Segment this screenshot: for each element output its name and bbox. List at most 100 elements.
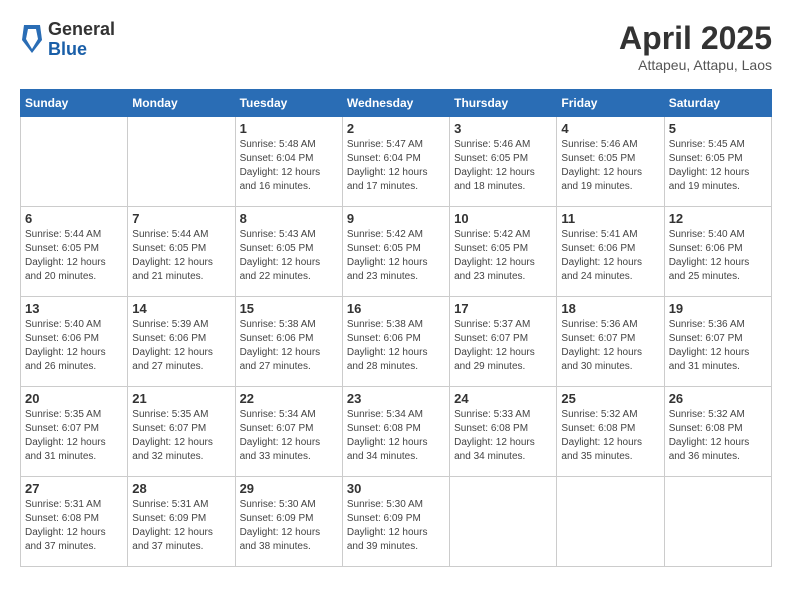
day-number: 29 [240,481,338,496]
day-number: 2 [347,121,445,136]
logo-blue: Blue [48,40,115,60]
table-row: 7Sunrise: 5:44 AM Sunset: 6:05 PM Daylig… [128,207,235,297]
table-row: 17Sunrise: 5:37 AM Sunset: 6:07 PM Dayli… [450,297,557,387]
page-header: General Blue April 2025 Attapeu, Attapu,… [20,20,772,73]
day-info: Sunrise: 5:37 AM Sunset: 6:07 PM Dayligh… [454,318,552,374]
table-row: 29 Sunrise: 5:30 AM Sunset: 6:09 PM Dayli… [235,477,342,567]
day-info: Sunrise: 5:33 AM Sunset: 6:08 PM Dayligh… [454,408,552,464]
day-number: 26 [669,391,767,406]
day-info: Sunrise: 5:31 AM Sunset: 6:09 PM Dayligh… [132,498,230,554]
day-number: 14 [132,301,230,316]
day-number: 3 [454,121,552,136]
day-number: 6 [25,211,123,226]
day-number: 9 [347,211,445,226]
day-info: Sunrise: 5:40 AM Sunset: 6:06 PM Dayligh… [25,318,123,374]
day-info: Sunrise: 5:42 AM Sunset: 6:05 PM Dayligh… [347,228,445,284]
day-info: Sunrise: 5:34 AM Sunset: 6:07 PM Dayligh… [240,408,338,464]
day-number: 18 [561,301,659,316]
table-row [21,117,128,207]
day-info: Sunrise: 5:35 AM Sunset: 6:07 PM Dayligh… [25,408,123,464]
calendar-week-row: 27Sunrise: 5:31 AM Sunset: 6:08 PM Dayli… [21,477,772,567]
table-row [557,477,664,567]
day-number: 28 [132,481,230,496]
table-row: 21Sunrise: 5:35 AM Sunset: 6:07 PM Dayli… [128,387,235,477]
day-number: 30 [347,481,445,496]
day-number: 8 [240,211,338,226]
location-subtitle: Attapeu, Attapu, Laos [619,57,772,73]
calendar-week-row: 6 Sunrise: 5:44 AM Sunset: 6:05 PM Daylig… [21,207,772,297]
table-row: 26 Sunrise: 5:32 AM Sunset: 6:08 PM Dayli… [664,387,771,477]
day-info: Sunrise: 5:47 AM Sunset: 6:04 PM Dayligh… [347,138,445,194]
calendar-header-row: Sunday Monday Tuesday Wednesday Thursday… [21,90,772,117]
day-number: 4 [561,121,659,136]
table-row [664,477,771,567]
table-row: 25Sunrise: 5:32 AM Sunset: 6:08 PM Dayli… [557,387,664,477]
day-info: Sunrise: 5:39 AM Sunset: 6:06 PM Dayligh… [132,318,230,374]
logo-icon [22,25,42,55]
table-row: 5 Sunrise: 5:45 AM Sunset: 6:05 PM Daylig… [664,117,771,207]
table-row: 20 Sunrise: 5:35 AM Sunset: 6:07 PM Dayli… [21,387,128,477]
day-info: Sunrise: 5:36 AM Sunset: 6:07 PM Dayligh… [561,318,659,374]
day-info: Sunrise: 5:34 AM Sunset: 6:08 PM Dayligh… [347,408,445,464]
table-row: 1Sunrise: 5:48 AM Sunset: 6:04 PM Daylig… [235,117,342,207]
day-number: 13 [25,301,123,316]
day-info: Sunrise: 5:31 AM Sunset: 6:08 PM Dayligh… [25,498,123,554]
logo-text: General Blue [48,20,115,60]
table-row: 6 Sunrise: 5:44 AM Sunset: 6:05 PM Daylig… [21,207,128,297]
table-row: 11 Sunrise: 5:41 AM Sunset: 6:06 PM Dayli… [557,207,664,297]
day-number: 10 [454,211,552,226]
day-number: 5 [669,121,767,136]
calendar-week-row: 20 Sunrise: 5:35 AM Sunset: 6:07 PM Dayli… [21,387,772,477]
table-row: 2 Sunrise: 5:47 AM Sunset: 6:04 PM Daylig… [342,117,449,207]
table-row: 24Sunrise: 5:33 AM Sunset: 6:08 PM Dayli… [450,387,557,477]
calendar-table: Sunday Monday Tuesday Wednesday Thursday… [20,89,772,567]
day-number: 21 [132,391,230,406]
table-row: 12 Sunrise: 5:40 AM Sunset: 6:06 PM Dayli… [664,207,771,297]
day-info: Sunrise: 5:46 AM Sunset: 6:05 PM Dayligh… [454,138,552,194]
table-row: 15 Sunrise: 5:38 AM Sunset: 6:06 PM Dayli… [235,297,342,387]
day-number: 16 [347,301,445,316]
table-row: 8 Sunrise: 5:43 AM Sunset: 6:05 PM Daylig… [235,207,342,297]
table-row: 10Sunrise: 5:42 AM Sunset: 6:05 PM Dayli… [450,207,557,297]
table-row [128,117,235,207]
day-info: Sunrise: 5:30 AM Sunset: 6:09 PM Dayligh… [240,498,338,554]
day-info: Sunrise: 5:40 AM Sunset: 6:06 PM Dayligh… [669,228,767,284]
table-row: 23 Sunrise: 5:34 AM Sunset: 6:08 PM Dayli… [342,387,449,477]
day-number: 22 [240,391,338,406]
day-number: 15 [240,301,338,316]
day-number: 20 [25,391,123,406]
header-tuesday: Tuesday [235,90,342,117]
table-row: 30Sunrise: 5:30 AM Sunset: 6:09 PM Dayli… [342,477,449,567]
table-row: 14 Sunrise: 5:39 AM Sunset: 6:06 PM Dayli… [128,297,235,387]
day-info: Sunrise: 5:43 AM Sunset: 6:05 PM Dayligh… [240,228,338,284]
day-info: Sunrise: 5:44 AM Sunset: 6:05 PM Dayligh… [25,228,123,284]
header-saturday: Saturday [664,90,771,117]
day-info: Sunrise: 5:41 AM Sunset: 6:06 PM Dayligh… [561,228,659,284]
day-number: 23 [347,391,445,406]
month-title: April 2025 [619,20,772,57]
day-number: 7 [132,211,230,226]
day-number: 11 [561,211,659,226]
logo-general: General [48,20,115,40]
day-info: Sunrise: 5:32 AM Sunset: 6:08 PM Dayligh… [669,408,767,464]
table-row: 13 Sunrise: 5:40 AM Sunset: 6:06 PM Dayli… [21,297,128,387]
header-monday: Monday [128,90,235,117]
day-info: Sunrise: 5:36 AM Sunset: 6:07 PM Dayligh… [669,318,767,374]
day-info: Sunrise: 5:45 AM Sunset: 6:05 PM Dayligh… [669,138,767,194]
header-thursday: Thursday [450,90,557,117]
day-number: 1 [240,121,338,136]
table-row [450,477,557,567]
header-wednesday: Wednesday [342,90,449,117]
table-row: 9 Sunrise: 5:42 AM Sunset: 6:05 PM Daylig… [342,207,449,297]
table-row: 3 Sunrise: 5:46 AM Sunset: 6:05 PM Daylig… [450,117,557,207]
day-info: Sunrise: 5:38 AM Sunset: 6:06 PM Dayligh… [240,318,338,374]
header-sunday: Sunday [21,90,128,117]
day-info: Sunrise: 5:32 AM Sunset: 6:08 PM Dayligh… [561,408,659,464]
day-number: 12 [669,211,767,226]
table-row: 16Sunrise: 5:38 AM Sunset: 6:06 PM Dayli… [342,297,449,387]
title-block: April 2025 Attapeu, Attapu, Laos [619,20,772,73]
table-row: 18 Sunrise: 5:36 AM Sunset: 6:07 PM Dayli… [557,297,664,387]
logo: General Blue [20,20,115,60]
calendar-week-row: 13 Sunrise: 5:40 AM Sunset: 6:06 PM Dayli… [21,297,772,387]
day-number: 19 [669,301,767,316]
